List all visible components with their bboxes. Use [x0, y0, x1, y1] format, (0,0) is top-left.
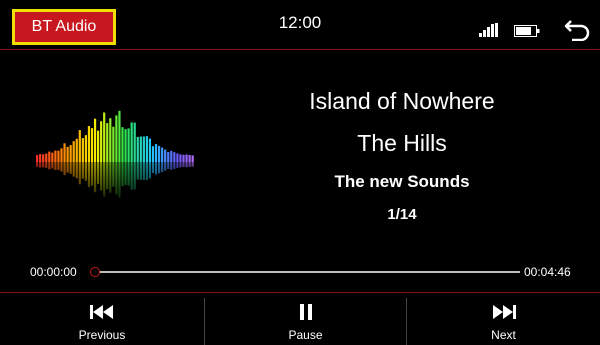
pause-icon — [299, 303, 313, 321]
spectrum-bar — [173, 152, 176, 162]
spectrum-bar — [48, 151, 51, 162]
spectrum-bar — [188, 154, 191, 162]
spectrum-bar — [60, 148, 63, 162]
spectrum-bar — [72, 141, 75, 162]
spectrum-bar — [182, 154, 185, 162]
spectrum-bar — [145, 136, 148, 162]
spectrum-bar — [151, 146, 155, 162]
spectrum-bar — [97, 130, 100, 162]
spectrum-bar — [36, 155, 39, 162]
skip-next-icon — [491, 303, 517, 321]
spectrum-bar — [103, 112, 106, 162]
spectrum-bar — [69, 145, 72, 162]
spectrum-bar — [161, 147, 164, 162]
spectrum-bar — [167, 152, 170, 162]
spectrum-bar — [106, 123, 109, 162]
pause-label: Pause — [288, 328, 323, 342]
spectrum-bar — [170, 150, 173, 162]
spectrum-bar — [124, 129, 127, 162]
spectrum-bar — [81, 138, 84, 162]
spectrum-bar — [78, 130, 81, 162]
spectrum-bar — [176, 153, 179, 162]
seek-knob[interactable] — [90, 267, 100, 277]
spectrum-bar — [148, 138, 152, 162]
spectrum-bar — [130, 122, 133, 162]
previous-button[interactable]: Previous — [0, 293, 204, 345]
spectrum-bar — [115, 115, 118, 162]
track-artist: The Hills — [357, 130, 447, 156]
spectrum-bar — [42, 154, 45, 162]
spectrum-bar — [139, 136, 142, 162]
top-bar: BT Audio 12:00 — [0, 0, 600, 50]
spectrum-bar — [45, 153, 48, 162]
spectrum-bar — [84, 135, 87, 162]
track-album: The new Sounds — [334, 172, 470, 191]
skip-previous-icon — [89, 303, 115, 321]
spectrum-bar — [54, 150, 57, 162]
spectrum-bar — [118, 110, 121, 162]
seek-bar[interactable] — [90, 265, 520, 279]
spectrum-bar — [158, 145, 161, 162]
spectrum-bar — [109, 118, 112, 162]
spectrum-bar — [121, 127, 124, 162]
spectrum-bar — [57, 150, 60, 162]
next-button[interactable]: Next — [407, 293, 600, 345]
previous-label: Previous — [78, 328, 126, 342]
total-time: 00:04:46 — [524, 265, 571, 279]
spectrum-bar — [127, 128, 130, 162]
spectrum-bar — [191, 155, 194, 162]
spectrum-bar — [93, 118, 97, 162]
spectrum-bar — [51, 152, 54, 162]
spectrum-bar — [185, 154, 188, 162]
spectrum-bar — [133, 122, 136, 162]
header-divider — [0, 49, 600, 50]
seek-track — [94, 271, 520, 273]
spectrum-bar — [154, 144, 158, 162]
spectrum-bar — [100, 121, 103, 162]
spectrum-bar — [136, 136, 139, 162]
spectrum-bar — [75, 138, 78, 162]
spectrum-bar — [142, 136, 145, 162]
spectrum-bar — [63, 143, 66, 162]
spectrum-bar — [87, 126, 91, 162]
spectrum-bar — [66, 146, 69, 162]
track-index: 1/14 — [387, 206, 417, 223]
clock: 12:00 — [278, 13, 322, 32]
battery-icon — [514, 25, 540, 37]
signal-bars-icon — [479, 23, 498, 37]
spectrum-bar — [112, 126, 115, 162]
audio-spectrum-art — [36, 110, 196, 210]
spectrum-bar — [179, 154, 182, 162]
elapsed-time: 00:00:00 — [30, 265, 77, 279]
spectrum-bar — [164, 149, 167, 162]
pause-button[interactable]: Pause — [205, 293, 406, 345]
track-title: Island of Nowhere — [309, 88, 495, 114]
spectrum-bar — [39, 154, 42, 162]
next-label: Next — [491, 328, 516, 342]
back-arrow-icon[interactable] — [562, 17, 592, 41]
spectrum-bar — [90, 128, 94, 162]
